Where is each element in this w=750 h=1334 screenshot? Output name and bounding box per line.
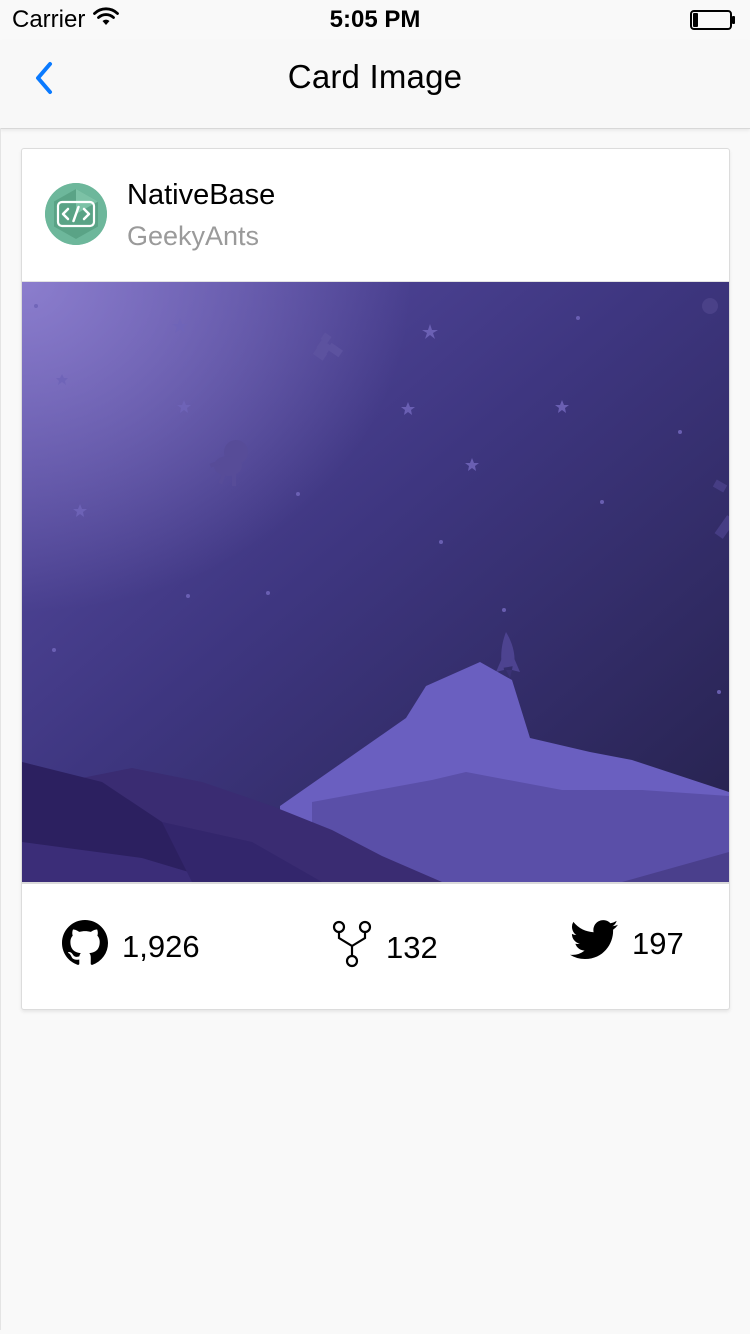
twitter-icon [570, 920, 618, 968]
status-bar: Carrier 5:05 PM [0, 0, 750, 40]
fork-stat[interactable]: 132 [332, 920, 438, 976]
card-footer: 1,926 132 197 [22, 882, 729, 1009]
navigation-bar: Card Image [0, 40, 750, 129]
battery-icon [690, 10, 736, 35]
fork-count: 132 [386, 930, 438, 965]
avatar [45, 183, 107, 245]
status-time: 5:05 PM [329, 6, 421, 33]
fork-icon [332, 920, 372, 976]
twitter-count: 197 [632, 926, 684, 961]
planet-illustration [702, 298, 718, 314]
page-title: Card Image [287, 58, 463, 95]
card-header: NativeBase GeekyAnts [22, 149, 729, 282]
card-image [22, 282, 729, 882]
bottom-edge [0, 1330, 750, 1334]
code-brackets-icon [45, 183, 107, 245]
github-icon [62, 920, 108, 974]
card: NativeBase GeekyAnts 1,926 132 197 [21, 148, 730, 1010]
github-count: 1,926 [122, 929, 200, 964]
twitter-stat[interactable]: 197 [570, 920, 684, 968]
card-subtitle: GeekyAnts [127, 221, 260, 251]
github-stat[interactable]: 1,926 [62, 920, 200, 974]
card-title: NativeBase [127, 179, 276, 211]
screen-edge [0, 128, 1, 1334]
screen: Carrier 5:05 PM Card Image NativeBase Ge… [0, 0, 750, 1334]
